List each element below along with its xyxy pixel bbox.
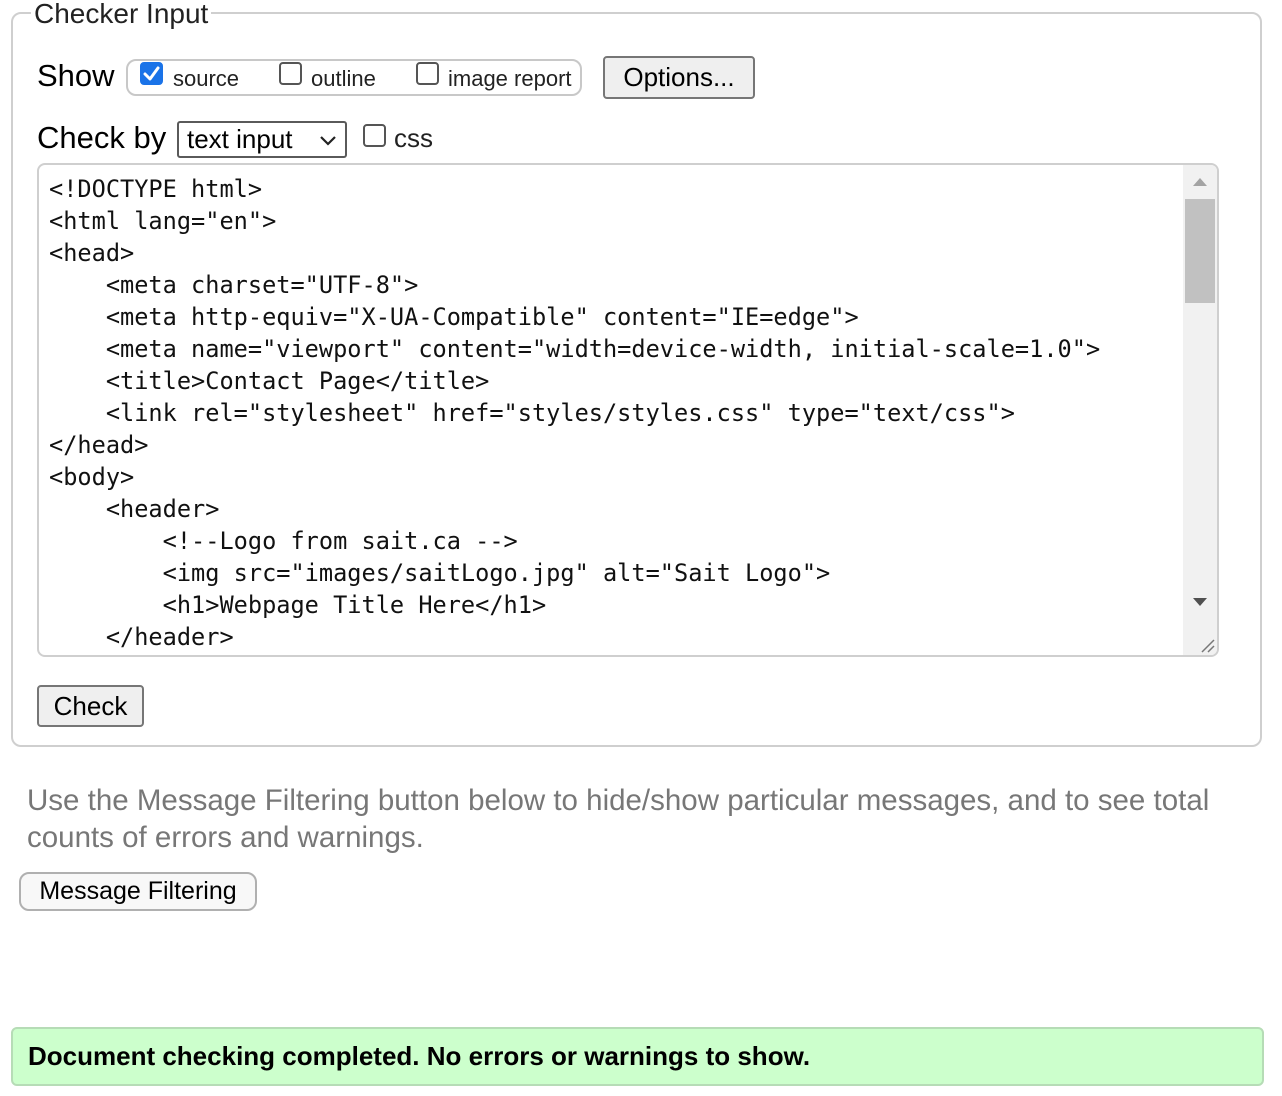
options-button[interactable]: Options... (603, 56, 755, 99)
source-checkbox[interactable] (140, 62, 163, 85)
checker-input-fieldset: Checker Input Show source outline image … (11, 0, 1262, 747)
css-checkbox-label[interactable]: css (394, 123, 433, 153)
checkmark-icon (143, 66, 160, 81)
status-message: Document checking completed. No errors o… (11, 1027, 1264, 1086)
check-by-selected-value: text input (187, 124, 293, 154)
show-options-group: source outline image report (126, 59, 582, 96)
css-checkbox[interactable] (363, 124, 386, 147)
source-code[interactable]: <!DOCTYPE html> <html lang="en"> <head> … (49, 173, 1100, 653)
check-button[interactable]: Check (37, 685, 144, 727)
source-textarea[interactable]: <!DOCTYPE html> <html lang="en"> <head> … (37, 163, 1219, 657)
image-report-checkbox[interactable] (416, 62, 439, 85)
check-by-label: Check by (37, 120, 167, 155)
message-filtering-button[interactable]: Message Filtering (19, 872, 257, 911)
source-checkbox-label[interactable]: source (173, 66, 239, 92)
textarea-scrollbar[interactable] (1183, 165, 1217, 655)
scroll-up-arrow-icon[interactable] (1192, 177, 1208, 187)
check-by-select[interactable]: text input (177, 121, 347, 158)
show-label: Show (37, 58, 115, 93)
message-filtering-info: Use the Message Filtering button below t… (27, 784, 1210, 854)
resize-grip-icon[interactable] (1199, 637, 1215, 653)
outline-checkbox[interactable] (279, 62, 302, 85)
chevron-down-icon (320, 136, 336, 146)
scrollbar-thumb[interactable] (1185, 199, 1215, 303)
scroll-down-arrow-icon[interactable] (1192, 597, 1208, 607)
checker-input-legend: Checker Input (31, 0, 212, 30)
image-report-checkbox-label[interactable]: image report (448, 66, 572, 92)
outline-checkbox-label[interactable]: outline (311, 66, 376, 92)
